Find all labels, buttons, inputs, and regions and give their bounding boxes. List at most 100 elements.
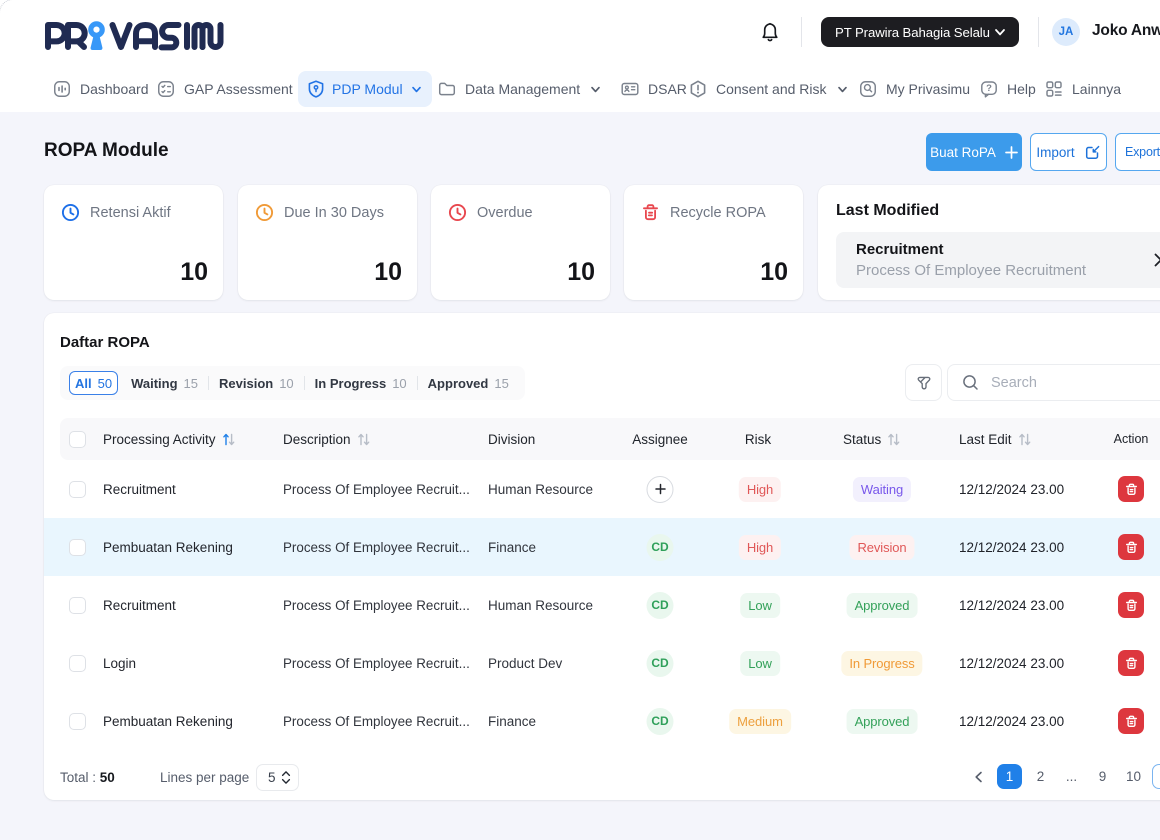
nav-label-gap-assessment: GAP Assessment bbox=[184, 81, 293, 97]
assignee-avatar[interactable]: CD bbox=[647, 534, 674, 561]
column-label: Description bbox=[283, 432, 351, 447]
cell-assignee: CD bbox=[647, 634, 674, 692]
prev-page-button[interactable] bbox=[966, 764, 991, 789]
page-button-10[interactable]: 10 bbox=[1121, 764, 1146, 789]
next-page-button[interactable] bbox=[1152, 764, 1160, 789]
status-badge: In Progress bbox=[841, 651, 922, 676]
checkbox[interactable] bbox=[69, 655, 86, 672]
column-header-processing-activity[interactable]: Processing Activity bbox=[103, 418, 237, 460]
nav-item-dsar[interactable]: DSAR bbox=[620, 71, 687, 107]
last-modified-desc: Process Of Employee Recruitment bbox=[856, 262, 1086, 279]
company-selector[interactable]: PT Prawira Bahagia Selalu bbox=[821, 17, 1019, 47]
nav-item-data-management[interactable]: Data Management bbox=[437, 71, 602, 107]
cell-status: In Progress bbox=[841, 634, 922, 692]
tab-revision[interactable]: Revision10 bbox=[209, 371, 304, 395]
column-header-last-edit[interactable]: Last Edit bbox=[959, 418, 1033, 460]
add-assignee-button[interactable] bbox=[647, 476, 674, 503]
column-header-description[interactable]: Description bbox=[283, 418, 372, 460]
stat-card-overdue[interactable]: Overdue 10 bbox=[431, 185, 610, 300]
chevron-down-icon bbox=[589, 83, 602, 96]
delete-button[interactable] bbox=[1118, 534, 1144, 560]
export-button[interactable]: Export bbox=[1115, 133, 1160, 171]
table-header: Processing ActivityDescriptionDivisionAs… bbox=[60, 418, 1160, 460]
privasimu-logo bbox=[43, 17, 225, 60]
nav-item-consent-and-risk[interactable]: Consent and Risk bbox=[688, 71, 849, 107]
page-button-9[interactable]: 9 bbox=[1090, 764, 1115, 789]
delete-button[interactable] bbox=[1118, 650, 1144, 676]
lines-per-page-select[interactable]: 5 bbox=[256, 764, 299, 791]
page-button-2[interactable]: 2 bbox=[1028, 764, 1053, 789]
nav-item-my-privasimu[interactable]: My Privasimu bbox=[858, 71, 970, 107]
column-label: Status bbox=[843, 432, 881, 447]
page-button-1[interactable]: 1 bbox=[997, 764, 1022, 789]
daftar-ropa-title: Daftar ROPA bbox=[60, 334, 150, 351]
row-checkbox-cell bbox=[69, 692, 86, 750]
column-header-status[interactable]: Status bbox=[843, 418, 902, 460]
buat-ropa-button[interactable]: Buat RoPA bbox=[926, 133, 1022, 171]
checkbox[interactable] bbox=[69, 481, 86, 498]
buat-ropa-label: Buat RoPA bbox=[930, 145, 996, 160]
nav-item-gap-assessment[interactable]: GAP Assessment bbox=[156, 71, 293, 107]
status-badge: Approved bbox=[847, 709, 918, 734]
chevron-down-icon bbox=[410, 83, 423, 96]
assignee-avatar[interactable]: CD bbox=[647, 650, 674, 677]
lines-per-page-label: Lines per page bbox=[160, 770, 249, 785]
chevron-down-icon bbox=[836, 83, 849, 96]
svg-text:?: ? bbox=[986, 83, 992, 94]
tab-waiting[interactable]: Waiting15 bbox=[121, 371, 208, 395]
search-input[interactable] bbox=[991, 375, 1151, 391]
last-modified-item[interactable]: Recruitment Process Of Employee Recruitm… bbox=[836, 232, 1160, 288]
stat-card-recycle-ropa[interactable]: Recycle ROPA 10 bbox=[624, 185, 803, 300]
cell-division: Product Dev bbox=[488, 634, 562, 692]
nav-item-pdp-modul[interactable]: PDP Modul bbox=[298, 71, 432, 107]
nav-item-lainnya[interactable]: Lainnya bbox=[1044, 71, 1121, 107]
checkbox[interactable] bbox=[69, 713, 86, 730]
assignee-avatar[interactable]: CD bbox=[647, 708, 674, 735]
delete-button[interactable] bbox=[1118, 708, 1144, 734]
risk-badge: Medium bbox=[729, 709, 791, 734]
last-modified-panel: Last Modified Recruitment Process Of Emp… bbox=[818, 185, 1160, 300]
checkbox[interactable] bbox=[69, 539, 86, 556]
filter-icon bbox=[914, 373, 934, 393]
import-button[interactable]: Import bbox=[1030, 133, 1107, 171]
select-all-checkbox[interactable] bbox=[69, 418, 86, 460]
tab-in-progress[interactable]: In Progress10 bbox=[305, 371, 417, 395]
cell-description: Process Of Employee Recruit... bbox=[283, 460, 470, 518]
row-checkbox-cell bbox=[69, 576, 86, 634]
column-header-division: Division bbox=[488, 418, 535, 460]
tab-all[interactable]: All50 bbox=[69, 371, 118, 395]
cell-action bbox=[1118, 518, 1144, 576]
cell-division: Finance bbox=[488, 692, 536, 750]
risk-badge: High bbox=[739, 535, 781, 560]
nav-label-lainnya: Lainnya bbox=[1072, 81, 1121, 97]
nav-label-pdp-modul: PDP Modul bbox=[332, 81, 403, 97]
filter-button[interactable] bbox=[905, 364, 942, 401]
folder-icon bbox=[437, 79, 457, 99]
trash-icon bbox=[640, 202, 661, 223]
avatar[interactable]: JA bbox=[1052, 18, 1080, 46]
column-label: Risk bbox=[745, 432, 771, 447]
nav-item-dashboard[interactable]: Dashboard bbox=[52, 71, 149, 107]
trash-icon bbox=[1124, 656, 1139, 671]
delete-button[interactable] bbox=[1118, 476, 1144, 502]
row-checkbox-cell bbox=[69, 518, 86, 576]
trash-icon bbox=[1124, 482, 1139, 497]
checkbox[interactable] bbox=[69, 431, 86, 448]
risk-badge: Low bbox=[740, 593, 780, 618]
cell-last-edit: 12/12/2024 23.00 bbox=[959, 692, 1064, 750]
status-badge: Waiting bbox=[853, 477, 911, 502]
nav-item-help[interactable]: ?Help bbox=[979, 71, 1036, 107]
delete-button[interactable] bbox=[1118, 592, 1144, 618]
cell-assignee: CD bbox=[647, 576, 674, 634]
stat-card-due-in-30-days[interactable]: Due In 30 Days 10 bbox=[238, 185, 417, 300]
cell-processing-activity: Recruitment bbox=[103, 460, 176, 518]
tab-approved[interactable]: Approved15 bbox=[418, 371, 519, 395]
stat-card-retensi-aktif[interactable]: Retensi Aktif 10 bbox=[44, 185, 223, 300]
checkbox[interactable] bbox=[69, 597, 86, 614]
divider bbox=[801, 17, 802, 47]
tab-label: Revision bbox=[219, 376, 273, 391]
tab-label: All bbox=[75, 376, 92, 391]
assignee-avatar[interactable]: CD bbox=[647, 592, 674, 619]
stat-head: Due In 30 Days bbox=[254, 202, 384, 223]
notification-bell-icon[interactable] bbox=[758, 20, 782, 44]
